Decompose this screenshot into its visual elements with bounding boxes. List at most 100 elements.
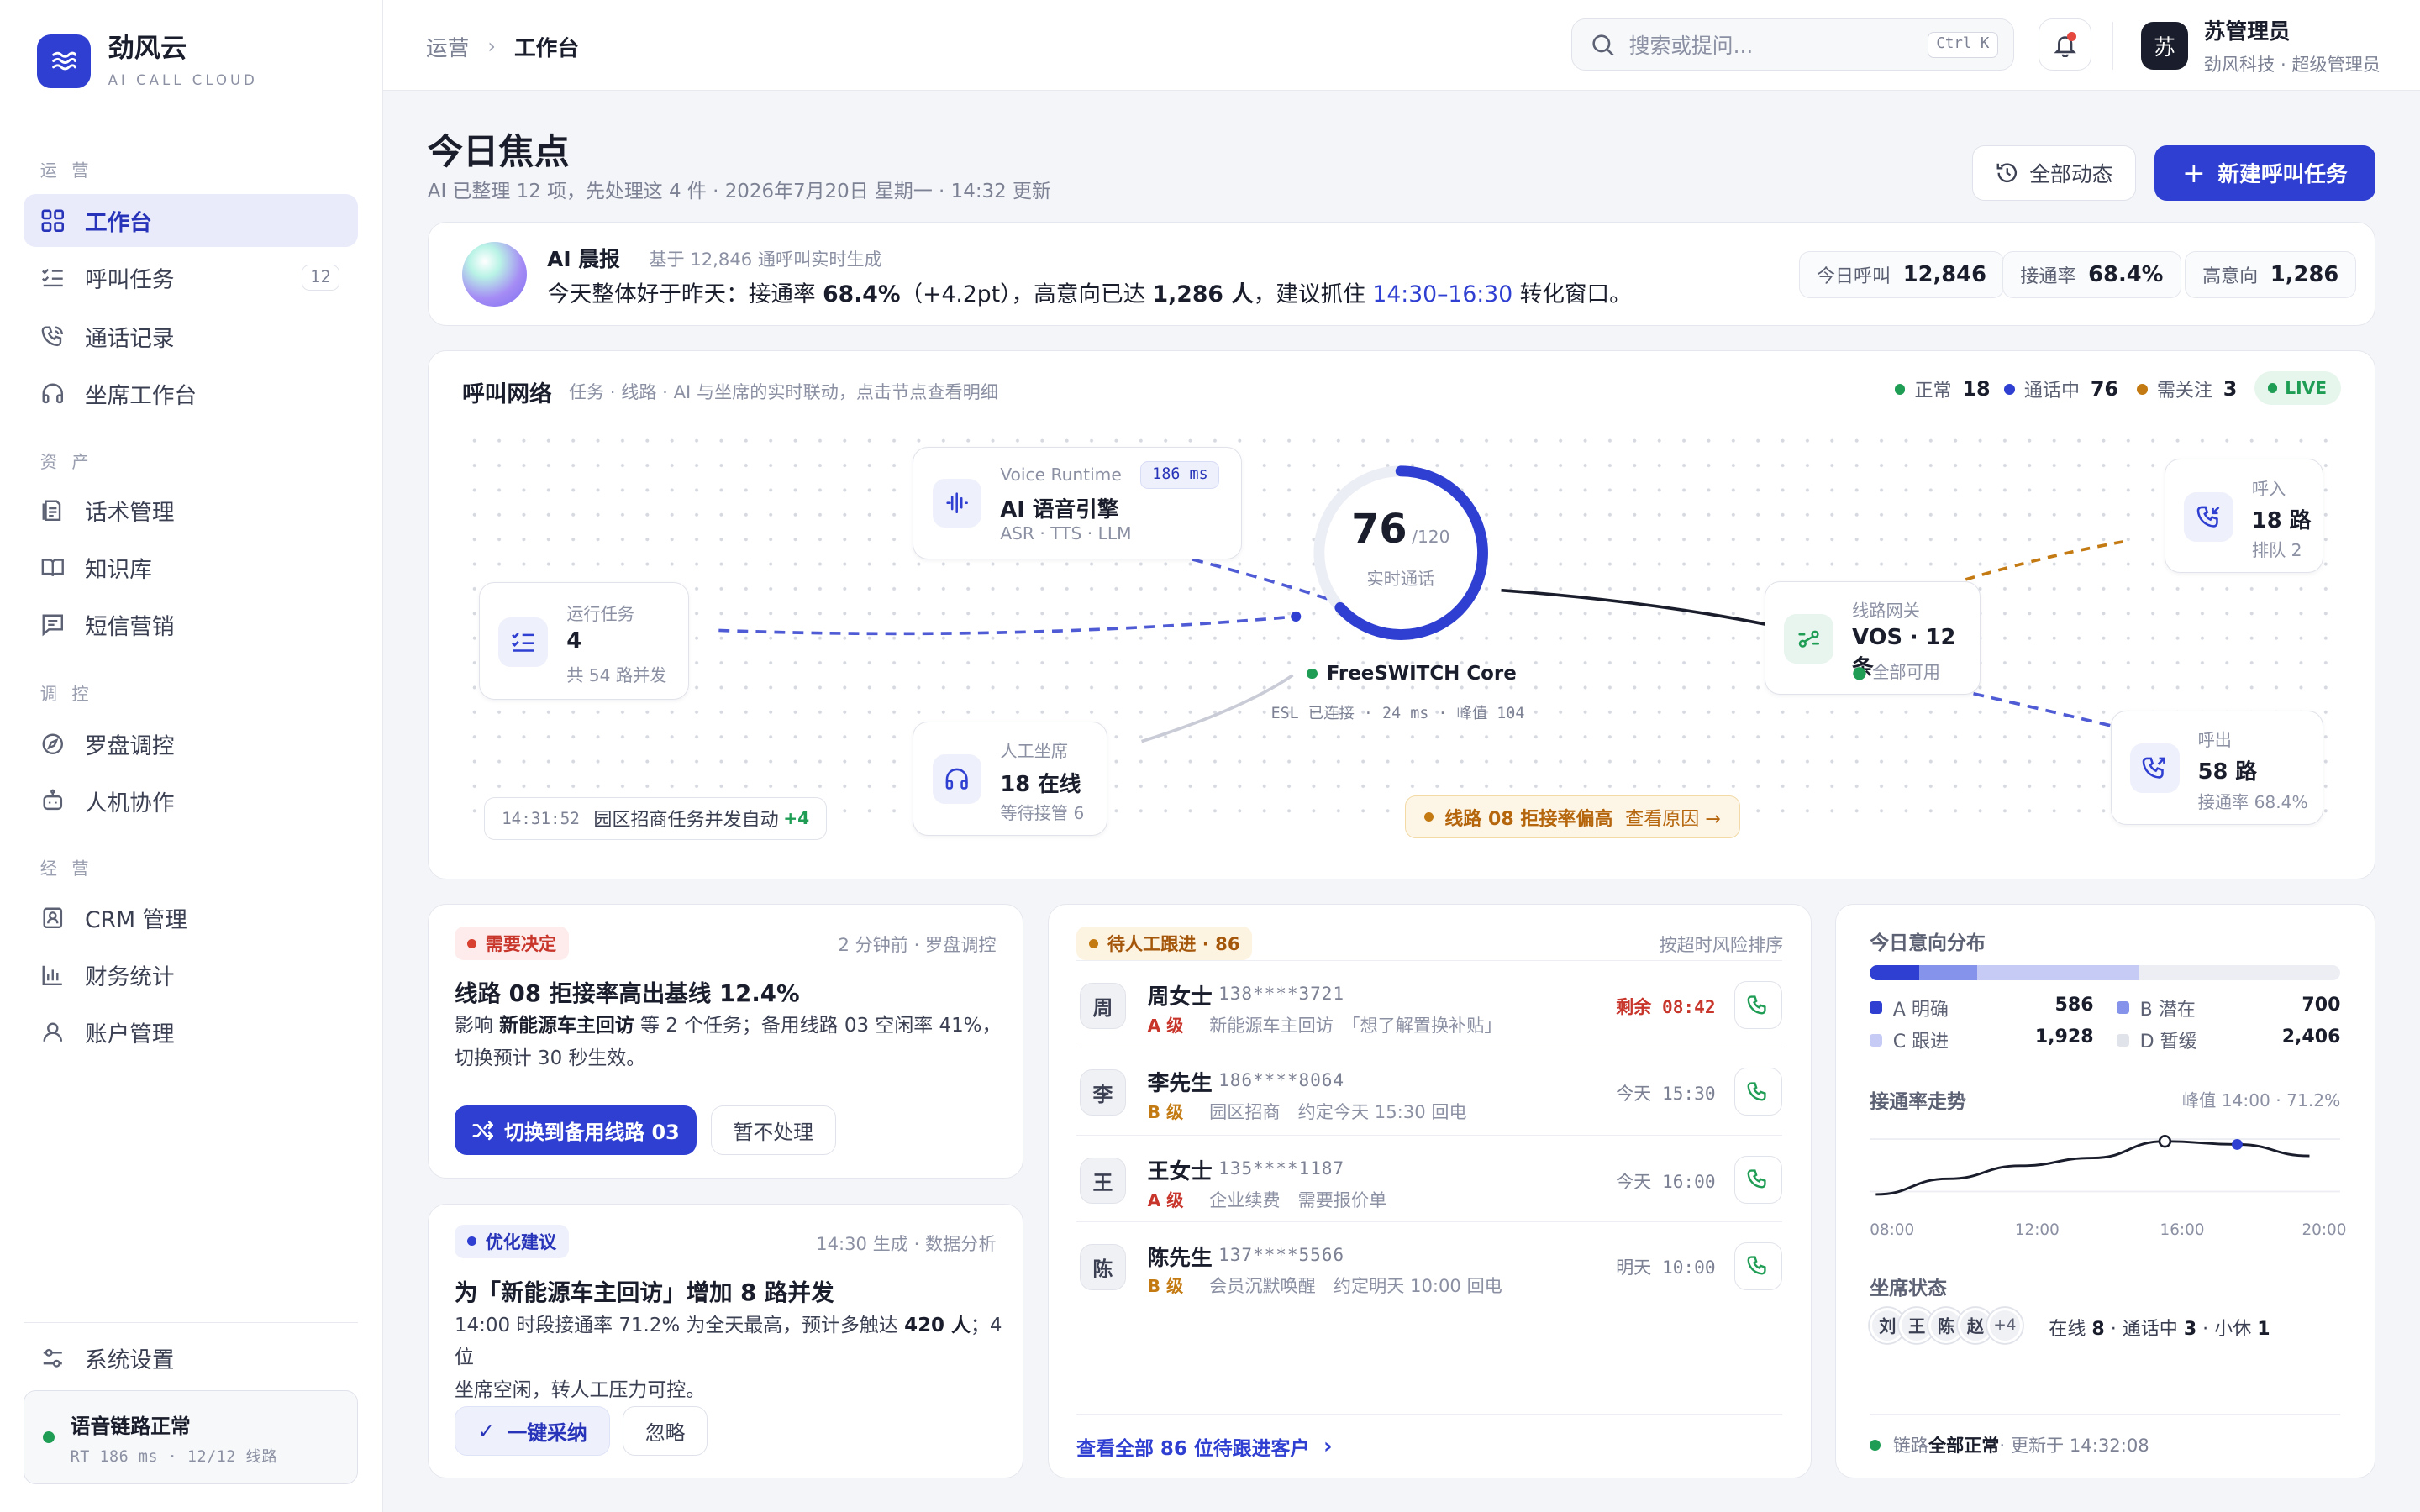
event-delta: +4 xyxy=(783,808,810,829)
intent-distribution-title: 今日意向分布 xyxy=(1870,932,1986,954)
new-call-task-button[interactable]: + 新建呼叫任务 xyxy=(2154,144,2375,201)
lead-grade: A 级 xyxy=(1147,1016,1184,1037)
node-outbound[interactable]: 呼出 58 路 接通率 68.4% xyxy=(2110,710,2324,825)
node-value: 18 在线 xyxy=(1000,771,1081,797)
core-name[interactable]: FreeSWITCH Core xyxy=(1306,663,1517,685)
core-gauge[interactable] xyxy=(1308,460,1493,645)
decision-card: 需要决定 2 分钟前 · 罗盘调控 线路 08 拒接率高出基线 12.4% 影响… xyxy=(427,904,1023,1179)
call-button[interactable] xyxy=(1733,1068,1782,1116)
seat-avatars[interactable]: 刘 王 陈 赵 +4 xyxy=(1870,1307,2023,1343)
lead-phone: 135****1187 xyxy=(1218,1157,1345,1179)
node-inbound[interactable]: 呼入 18 路 排队 2 xyxy=(2165,459,2324,574)
breadcrumb-operations[interactable]: 运营 xyxy=(426,31,469,62)
node-running-tasks[interactable]: 运行任务 4 共 54 路并发 xyxy=(479,582,690,700)
suggestion-card: 优化建议 14:30 生成 · 数据分析 为「新能源车主回访」增加 8 路并发 … xyxy=(427,1203,1023,1478)
adopt-button[interactable]: ✓ 一键采纳 xyxy=(454,1406,611,1456)
dismiss-button[interactable]: 暂不处理 xyxy=(710,1105,836,1155)
call-button[interactable] xyxy=(1733,981,1782,1030)
event-toast[interactable]: 14:31:52 园区招商任务并发自动 +4 xyxy=(483,796,828,841)
search-input[interactable]: 搜索或提问... Ctrl K xyxy=(1570,18,2014,71)
switch-backup-line-button[interactable]: 切换到备用线路 03 xyxy=(454,1105,697,1155)
sidebar-item-crm[interactable]: CRM 管理 xyxy=(24,892,359,944)
link-core-gateway xyxy=(1501,588,1765,626)
sidebar-item-settings[interactable]: 系统设置 xyxy=(24,1331,359,1383)
sidebar-item-label: 知识库 xyxy=(85,557,152,584)
link-gateway-outbound xyxy=(1972,691,2113,728)
sidebar-item-agent-desk[interactable]: 坐席工作台 xyxy=(24,367,359,419)
view-all-leads-link[interactable]: 查看全部 86 位待跟进客户 › xyxy=(1076,1432,1332,1461)
new-call-task-label: 新建呼叫任务 xyxy=(2217,162,2348,188)
trend-line xyxy=(1876,1140,2310,1196)
answer-rate-trend-chart[interactable] xyxy=(1870,1121,2341,1216)
node-human-agents[interactable]: 人工坐席 18 在线 等待接管 6 xyxy=(913,721,1107,836)
intent-value-b: 700 xyxy=(2302,994,2341,1016)
lead-row[interactable]: 王 王女士 135****1187 A 级 企业续费 需要报价单 今天 16:0… xyxy=(1076,1134,1782,1221)
link-status-panel[interactable]: 语音链路正常 RT 186 ms · 12/12 线路 xyxy=(23,1389,359,1484)
chevron-right-icon: › xyxy=(487,34,496,59)
avatar[interactable]: 苏 xyxy=(2140,21,2189,70)
status-dot xyxy=(42,1431,55,1444)
search-placeholder: 搜索或提问... xyxy=(1628,34,1754,59)
sidebar-item-label: 系统设置 xyxy=(85,1347,175,1373)
sidebar-item-compass[interactable]: 罗盘调控 xyxy=(24,717,359,769)
node-line-gateway[interactable]: 线路网关 VOS · 12 条 ● 全部可用 xyxy=(1765,580,1981,696)
task-list-icon xyxy=(498,617,549,667)
call-button[interactable] xyxy=(1733,1155,1782,1204)
node-label: 运行任务 xyxy=(566,603,634,624)
lead-description: 企业续费 需要报价单 xyxy=(1209,1189,1387,1210)
intent-legend-c: C 跟进 xyxy=(1870,1026,1949,1053)
ai-brief-title: AI 晨报 xyxy=(547,247,620,272)
phone-icon xyxy=(1747,995,1766,1015)
intent-stacked-bar xyxy=(1870,964,2341,981)
sidebar-item-scripts[interactable]: 话术管理 xyxy=(24,485,359,537)
sidebar-item-collab[interactable]: 人机协作 xyxy=(24,774,359,827)
intent-legend-a: A 明确 xyxy=(1870,995,1949,1021)
line-alert-chip[interactable]: 线路 08 拒接率偏高 查看原因 → xyxy=(1405,795,1740,839)
sidebar-item-sms[interactable]: 短信营销 xyxy=(24,599,359,651)
sidebar-item-workbench[interactable]: 工作台 xyxy=(23,194,359,247)
stat-high-intent[interactable]: 高意向 1,286 xyxy=(2184,250,2357,299)
sidebar-item-account[interactable]: 账户管理 xyxy=(24,1006,359,1058)
seat-status-title: 坐席状态 xyxy=(1870,1278,1947,1300)
lead-avatar: 陈 xyxy=(1079,1243,1126,1290)
all-activity-button[interactable]: 全部动态 xyxy=(1972,144,2136,201)
ignore-button[interactable]: 忽略 xyxy=(623,1406,708,1456)
lead-row[interactable]: 李 李先生 186****8064 B 级 园区招商 约定今天 15:30 回电… xyxy=(1076,1047,1782,1133)
sort-label[interactable]: 按超时风险排序 xyxy=(1659,932,1783,957)
lead-row[interactable]: 周 周女士 138****3721 A 级 新能源车主回访 「想了解置换补贴」 … xyxy=(1076,960,1782,1047)
sidebar-item-finance[interactable]: 财务统计 xyxy=(24,949,359,1001)
sidebar-item-call-tasks[interactable]: 呼叫任务 12 xyxy=(24,251,359,303)
stat-answer-rate[interactable]: 接通率 68.4% xyxy=(2002,250,2181,299)
seat-more-badge: +4 xyxy=(1986,1307,2023,1343)
user-name[interactable]: 苏管理员 xyxy=(2204,14,2291,45)
breadcrumb-current: 工作台 xyxy=(513,35,580,61)
trend-peak-marker xyxy=(2158,1135,2172,1148)
section-assets: 资 产 xyxy=(39,452,94,473)
chevron-right-icon: › xyxy=(1323,1434,1333,1460)
sidebar-item-label: 短信营销 xyxy=(85,614,175,641)
brand[interactable]: 劲风云 AI CALL CLOUD xyxy=(37,34,258,88)
notification-button[interactable] xyxy=(2039,18,2091,71)
ai-brief-source: 基于 12,846 通呼叫实时生成 xyxy=(649,249,882,270)
lead-row[interactable]: 陈 陈先生 137****5566 B 级 会员沉默唤醒 约定明天 10:00 … xyxy=(1076,1221,1782,1308)
alert-link[interactable]: 查看原因 → xyxy=(1625,804,1721,831)
section-business: 经 营 xyxy=(39,858,94,879)
insights-card: 今日意向分布 A 明确 586 B 潜在 700 C 跟进 1,928 D 暂缓… xyxy=(1834,904,2375,1478)
trend-peak: 峰值 14:00 · 71.2% xyxy=(2181,1090,2341,1111)
intent-segment-b xyxy=(1918,964,1978,981)
node-label: 人工坐席 xyxy=(1000,741,1069,762)
lead-name: 周女士 xyxy=(1147,984,1213,1011)
intent-value-a: 586 xyxy=(2054,994,2094,1016)
intent-segment-d xyxy=(2139,964,2341,981)
decision-description: 影响 新能源车主回访 等 2 个任务；备用线路 03 空闲率 41%， 切换预计 … xyxy=(454,1015,1002,1069)
intent-value-c: 1,928 xyxy=(2034,1026,2094,1048)
node-ai-voice-engine[interactable]: Voice Runtime AI 语音引擎 ASR · TTS · LLM 18… xyxy=(913,446,1242,559)
sidebar-item-knowledge[interactable]: 知识库 xyxy=(24,542,359,594)
logo-wave-icon xyxy=(37,34,92,88)
lead-avatar: 王 xyxy=(1079,1157,1126,1204)
all-activity-label: 全部动态 xyxy=(2029,161,2113,186)
call-button[interactable] xyxy=(1733,1242,1782,1290)
sidebar-item-call-records[interactable]: 通话记录 xyxy=(24,310,359,362)
stat-calls-today[interactable]: 今日呼叫 12,846 xyxy=(1798,250,2005,299)
decision-tag: 需要决定 xyxy=(454,927,569,961)
